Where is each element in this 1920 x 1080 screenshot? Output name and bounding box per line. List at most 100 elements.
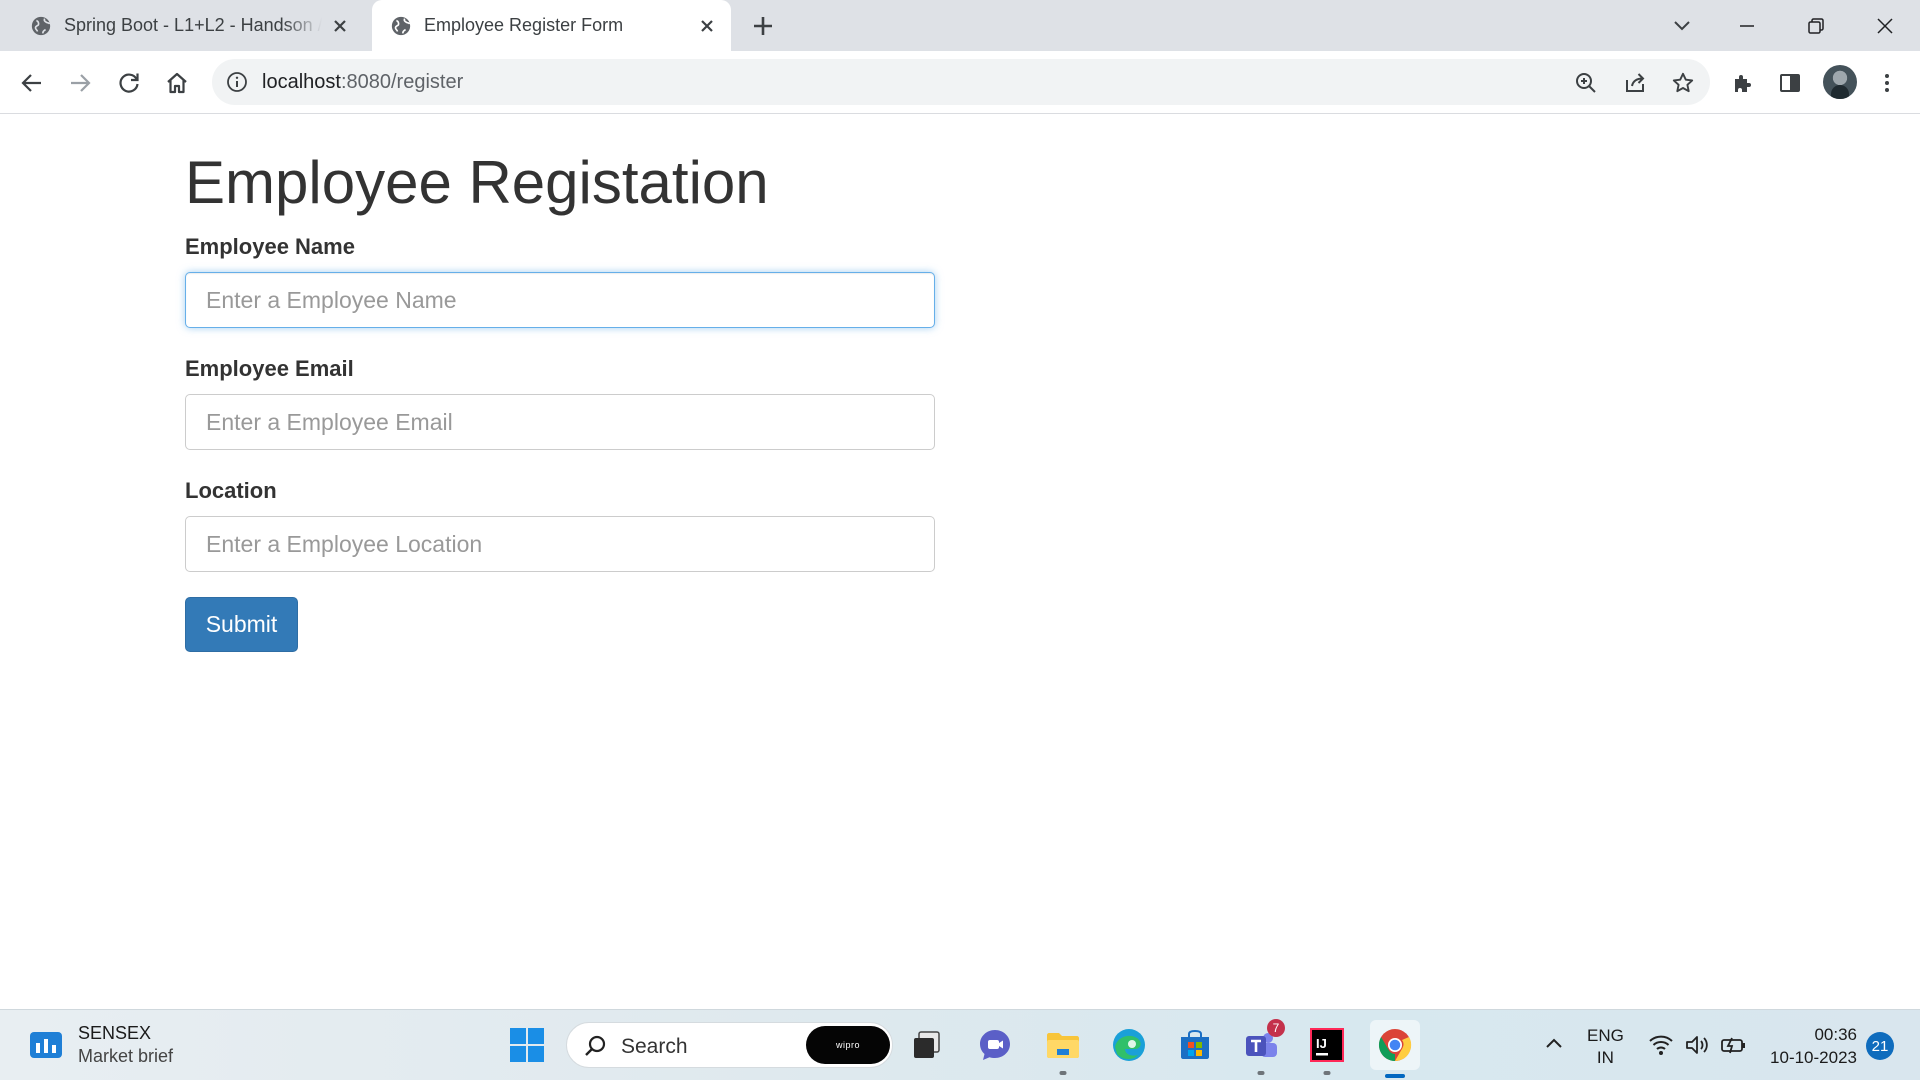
side-panel-icon <box>1780 74 1800 92</box>
globe-icon <box>31 16 51 35</box>
puzzle-icon <box>1735 75 1751 92</box>
share-button[interactable] <box>1622 70 1648 96</box>
search-highlight-badge: wipro <box>806 1026 890 1064</box>
profile-avatar[interactable] <box>1823 65 1857 99</box>
extensions-button[interactable] <box>1728 68 1758 98</box>
address-bar[interactable]: localhost:8080/register <box>212 59 1710 105</box>
chevron-up-icon <box>1546 1038 1562 1048</box>
chevron-down-icon[interactable] <box>1670 13 1694 37</box>
taskbar-search-box[interactable]: Search wipro <box>566 1022 893 1068</box>
browser-toolbar: localhost:8080/register <box>0 51 1920 114</box>
battery-charging-icon <box>1721 1037 1745 1054</box>
start-icon <box>510 1028 544 1062</box>
page-title: Employee Registation <box>185 149 769 216</box>
close-window-button[interactable] <box>1868 9 1902 43</box>
svg-text:IJ: IJ <box>1316 1036 1327 1051</box>
new-tab-icon[interactable] <box>750 13 776 39</box>
store-button[interactable] <box>1173 1023 1217 1067</box>
side-panel-button[interactable] <box>1775 68 1805 98</box>
globe-icon <box>391 16 411 35</box>
more-vert-icon <box>1885 74 1889 92</box>
intellij-icon: IJ <box>1310 1028 1344 1062</box>
url-text[interactable]: localhost:8080/register <box>262 71 463 94</box>
meet-icon <box>980 1030 1010 1060</box>
clock-date: 10-10-2023 <box>1770 1048 1857 1067</box>
arrow-right-icon <box>71 74 91 92</box>
widget-subtitle: Market brief <box>78 1046 174 1066</box>
chrome-icon <box>1378 1029 1412 1062</box>
employee-email-label: Employee Email <box>185 356 354 381</box>
tab-title: Spring Boot - L1+L2 - Handson / Demo <box>64 15 322 35</box>
employee-email-input[interactable] <box>185 394 935 450</box>
running-indicator <box>1323 1071 1331 1075</box>
clock[interactable]: 00:36 10-10-2023 <box>1762 1023 1857 1069</box>
share-icon <box>1626 73 1645 92</box>
tab-strip: Spring Boot - L1+L2 - Handson / Demo Emp… <box>0 0 1920 51</box>
notification-badge[interactable]: 21 <box>1866 1032 1894 1060</box>
home-button[interactable] <box>162 68 192 98</box>
arrow-left-icon <box>21 74 41 92</box>
teams-badge: 7 <box>1267 1019 1285 1037</box>
chrome-button[interactable] <box>1370 1020 1420 1078</box>
search-label: Search <box>621 1035 688 1058</box>
info-icon[interactable] <box>226 71 248 93</box>
restore-icon <box>1808 18 1824 34</box>
employee-name-label: Employee Name <box>185 234 355 259</box>
bookmark-button[interactable] <box>1670 70 1696 96</box>
restore-button[interactable] <box>1799 9 1833 43</box>
start-button[interactable] <box>505 1023 549 1067</box>
close-icon <box>1877 18 1893 34</box>
minimize-button[interactable] <box>1730 9 1764 43</box>
home-icon <box>167 72 187 94</box>
close-tab-icon[interactable] <box>330 16 350 36</box>
active-indicator <box>1385 1074 1405 1078</box>
submit-button[interactable]: Submit <box>185 597 298 652</box>
url-path: :8080/register <box>340 71 464 93</box>
task-view-button[interactable] <box>905 1023 949 1067</box>
close-tab-icon[interactable] <box>697 16 717 36</box>
task-view-icon <box>914 1031 940 1058</box>
intellij-button[interactable]: IJ <box>1305 1023 1349 1075</box>
tab-employee-register[interactable]: Employee Register Form <box>372 0 731 51</box>
file-explorer-button[interactable] <box>1041 1023 1085 1075</box>
store-icon <box>1181 1029 1209 1059</box>
tab-spring-boot[interactable]: Spring Boot - L1+L2 - Handson / Demo <box>12 0 364 51</box>
file-explorer-icon <box>1047 1033 1079 1058</box>
input-language[interactable]: ENG IN <box>1587 1025 1624 1069</box>
location-label: Location <box>185 478 277 503</box>
taskbar: SENSEX Market brief Search wipro 7 IJ EN… <box>0 1009 1920 1080</box>
search-icon <box>585 1035 606 1056</box>
tab-title: Employee Register Form <box>424 15 624 35</box>
url-host: localhost <box>262 71 341 93</box>
volume-status[interactable] <box>1684 1034 1710 1056</box>
edge-button[interactable] <box>1107 1023 1151 1067</box>
employee-name-input[interactable] <box>185 272 935 328</box>
wifi-status[interactable] <box>1648 1034 1674 1056</box>
menu-button[interactable] <box>1872 68 1902 98</box>
lang-line-1: ENG <box>1587 1026 1624 1045</box>
reload-button[interactable] <box>114 68 144 98</box>
location-input[interactable] <box>185 516 935 572</box>
running-indicator <box>1257 1071 1265 1075</box>
teams-button[interactable]: 7 <box>1239 1019 1285 1075</box>
zoom-button[interactable] <box>1573 70 1599 96</box>
clock-time: 00:36 <box>1814 1025 1857 1044</box>
lang-line-2: IN <box>1596 1048 1614 1067</box>
wifi-icon <box>1649 1035 1673 1055</box>
volume-icon <box>1686 1036 1708 1054</box>
minimize-icon <box>1740 25 1754 27</box>
meet-button[interactable] <box>973 1023 1017 1067</box>
page-content: Employee Registation Employee Name Emplo… <box>0 114 1920 1009</box>
star-icon <box>1672 72 1694 93</box>
running-indicator <box>1059 1071 1067 1075</box>
market-icon <box>30 1032 62 1058</box>
zoom-in-icon <box>1576 73 1596 93</box>
reload-icon <box>119 73 139 93</box>
widgets-button[interactable]: SENSEX Market brief <box>28 1022 173 1068</box>
battery-status[interactable] <box>1720 1034 1748 1056</box>
forward-button[interactable] <box>65 68 95 98</box>
back-button[interactable] <box>17 68 47 98</box>
edge-icon <box>1113 1029 1145 1061</box>
show-hidden-icons-button[interactable] <box>1542 1032 1566 1056</box>
widget-title: SENSEX <box>78 1023 152 1043</box>
